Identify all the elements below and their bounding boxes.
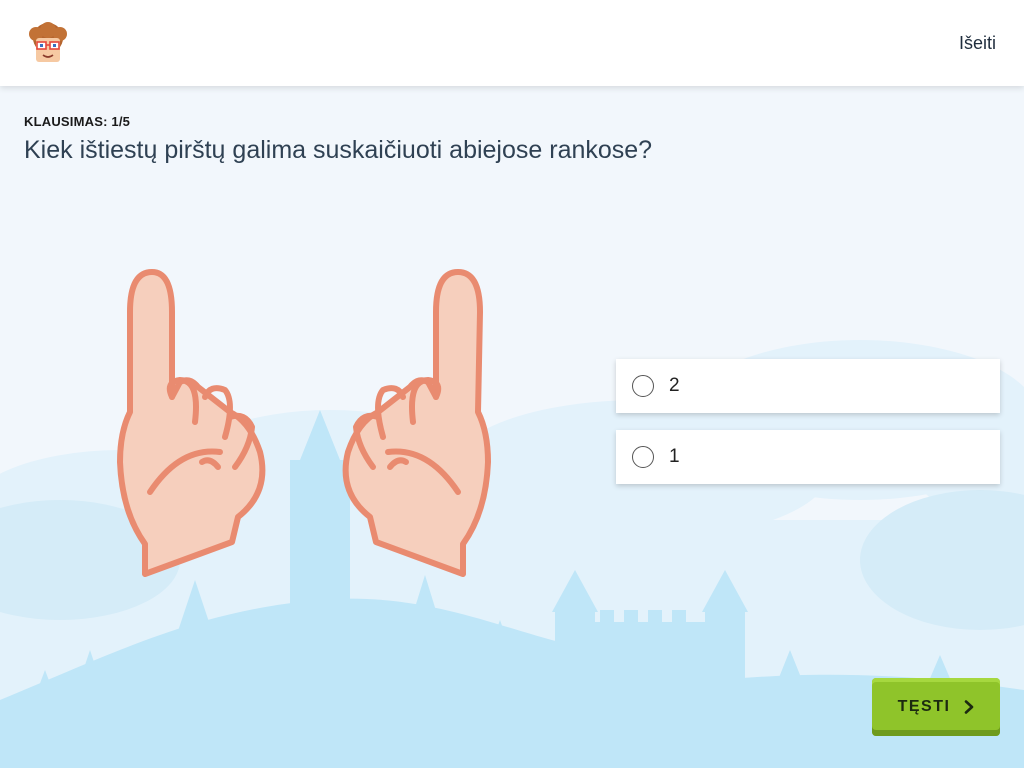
two-hands-illustration (117, 269, 491, 577)
answer-option-label: 2 (669, 375, 680, 396)
answer-option-1[interactable]: 1 (616, 430, 1000, 484)
kid-avatar-logo-icon[interactable] (26, 22, 70, 66)
continue-button-label: TĘSTI (897, 698, 951, 715)
exit-link[interactable]: Išeiti (959, 33, 996, 54)
top-bar: Išeiti (0, 0, 1024, 86)
right-hand-icon (342, 269, 491, 577)
question-text: Kiek ištiestų pirštų galima suskaičiuoti… (24, 136, 653, 164)
quiz-page: Išeiti KLAUSIMAS: 1/5 Kiek ištiestų pirš… (0, 0, 1024, 768)
question-counter: KLAUSIMAS: 1/5 (24, 114, 131, 129)
continue-button[interactable]: TĘSTI (872, 678, 1000, 736)
left-hand-icon (117, 269, 266, 577)
radio-button[interactable] (632, 446, 654, 468)
answer-option-label: 1 (669, 446, 680, 467)
chevron-right-icon (965, 700, 974, 714)
answer-option-2[interactable]: 2 (616, 359, 1000, 413)
radio-button[interactable] (632, 375, 654, 397)
